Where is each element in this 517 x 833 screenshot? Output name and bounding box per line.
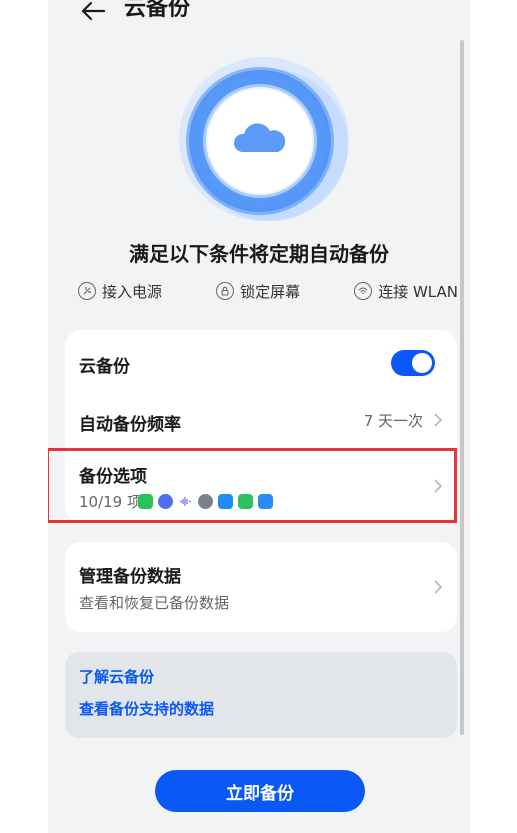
cloud-backup-label: 云备份 bbox=[79, 357, 130, 377]
power-plug-icon bbox=[78, 282, 96, 300]
conditions-list: 接入电源 锁定屏幕 连接 WLAN bbox=[78, 279, 458, 303]
backup-now-button[interactable]: 立即备份 bbox=[155, 770, 365, 812]
condition-wlan: 连接 WLAN bbox=[354, 279, 458, 303]
backup-options-summary: 10/19 项 bbox=[79, 493, 142, 511]
supported-data-link[interactable]: 查看备份支持的数据 bbox=[79, 698, 214, 719]
condition-label: 连接 WLAN bbox=[378, 282, 458, 301]
info-links-panel: 了解云备份 查看备份支持的数据 bbox=[65, 652, 457, 738]
backup-options-label: 备份选项 bbox=[79, 467, 147, 487]
header: 云备份 bbox=[48, 0, 470, 40]
condition-lock: 锁定屏幕 bbox=[216, 279, 300, 303]
cloud-backup-toggle[interactable] bbox=[391, 350, 435, 376]
gallery-icon bbox=[198, 494, 213, 509]
music-icon bbox=[158, 494, 173, 509]
chevron-right-icon bbox=[434, 413, 443, 427]
backup-settings-card: 云备份 自动备份频率 7 天一次 备份选项 10/19 项 bbox=[65, 330, 457, 522]
messages-icon bbox=[138, 494, 153, 509]
voice-recorder-icon bbox=[178, 494, 193, 509]
manage-backup-sub: 查看和恢复已备份数据 bbox=[79, 594, 230, 612]
cloud-backup-screen: 云备份 满足以下条件将定期自动备份 接入电源 锁定屏幕 连接 WLAN 云备份 … bbox=[48, 0, 470, 833]
back-arrow-icon[interactable] bbox=[76, 0, 110, 28]
chevron-right-icon bbox=[434, 479, 443, 493]
cloud-backup-row: 云备份 bbox=[65, 330, 457, 396]
backup-app-icons bbox=[138, 494, 273, 509]
backup-options-row[interactable]: 备份选项 10/19 项 bbox=[65, 448, 457, 522]
wifi-icon bbox=[354, 282, 373, 300]
chevron-right-icon bbox=[434, 580, 443, 594]
auto-backup-conditions-title: 满足以下条件将定期自动备份 bbox=[129, 242, 389, 266]
manage-backup-card[interactable]: 管理备份数据 查看和恢复已备份数据 bbox=[65, 542, 457, 632]
condition-label: 锁定屏幕 bbox=[240, 282, 301, 301]
condition-label: 接入电源 bbox=[102, 282, 163, 301]
condition-power: 接入电源 bbox=[78, 279, 162, 303]
chat-icon bbox=[218, 494, 233, 509]
page-title: 云备份 bbox=[124, 0, 191, 21]
lock-icon bbox=[216, 282, 235, 300]
phone-icon bbox=[238, 494, 253, 509]
scrollbar[interactable] bbox=[460, 40, 464, 735]
learn-cloud-backup-link[interactable]: 了解云备份 bbox=[79, 666, 154, 687]
backup-frequency-label: 自动备份频率 bbox=[79, 415, 181, 435]
cloud-hero-illustration bbox=[172, 55, 352, 230]
manage-backup-label: 管理备份数据 bbox=[79, 567, 181, 587]
contacts-icon bbox=[258, 494, 273, 509]
toggle-knob bbox=[412, 353, 432, 373]
backup-frequency-value: 7 天一次 bbox=[363, 412, 423, 430]
